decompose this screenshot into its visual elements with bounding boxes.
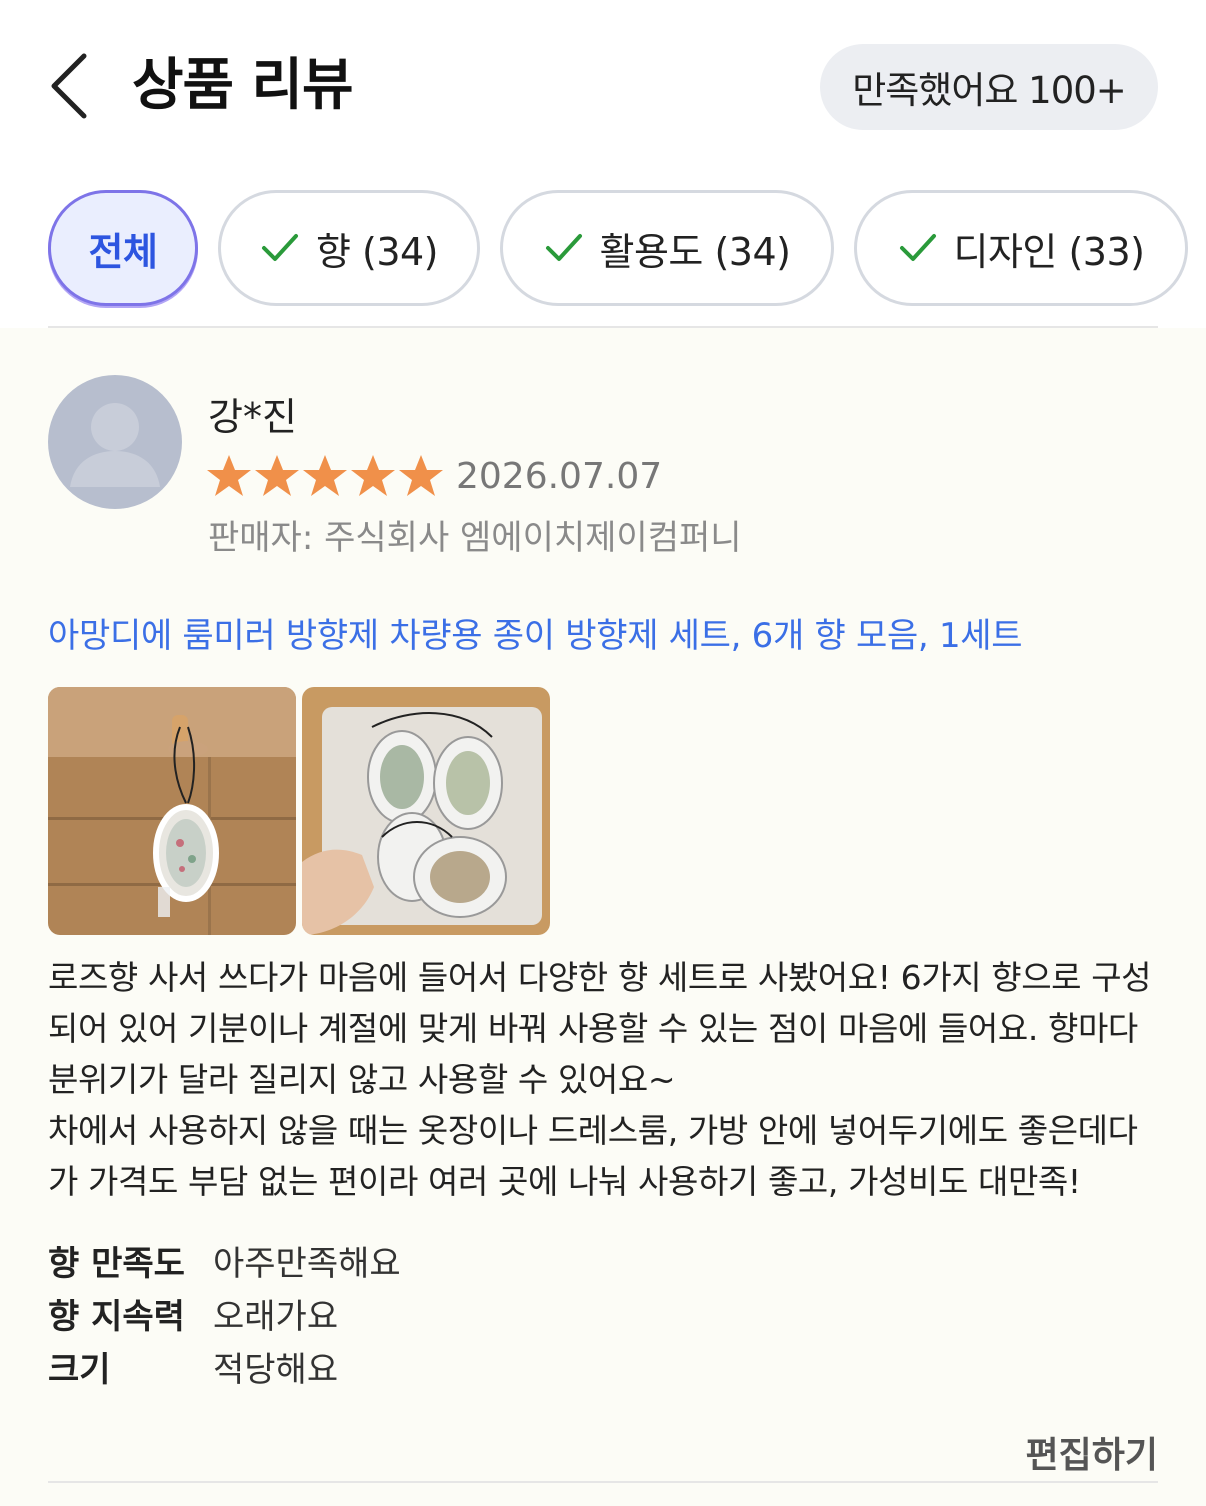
user-silhouette-icon xyxy=(70,403,160,487)
review-photo[interactable] xyxy=(302,687,550,935)
star-icon xyxy=(303,455,347,496)
review-photo[interactable] xyxy=(48,687,296,935)
reviewer-name: 강*진 xyxy=(208,395,297,439)
attribute-row: 크기 적당해요 xyxy=(48,1340,748,1393)
attribute-row: 향 지속력 오래가요 xyxy=(48,1287,748,1340)
review-filter-chips: 전체 향 (34) 활용도 (34) 디자인 (33) xyxy=(0,188,1206,312)
seller-name: 판매자: 주식회사 엠에이치제이컴퍼니 xyxy=(208,518,742,558)
page-title: 상품 리뷰 xyxy=(132,53,354,118)
product-link[interactable]: 아망디에 룸미러 방향제 차량용 종이 방향제 세트, 6개 향 모음, 1세트 xyxy=(48,608,1023,657)
review-body: 로즈향 사서 쓰다가 마음에 들어서 다양한 향 세트로 사봤어요! 6가지 향… xyxy=(48,952,1158,1207)
divider xyxy=(48,1481,1158,1483)
star-rating xyxy=(206,454,444,498)
review-attributes: 향 만족도 아주만족해요 향 지속력 오래가요 크기 적당해요 xyxy=(48,1234,748,1393)
filter-chip-scent[interactable]: 향 (34) xyxy=(218,190,480,306)
review-paragraph: 로즈향 사서 쓰다가 마음에 들어서 다양한 향 세트로 사봤어요! 6가지 향… xyxy=(48,958,1152,1099)
star-icon xyxy=(351,455,395,496)
attribute-value: 아주만족해요 xyxy=(213,1244,401,1284)
check-icon xyxy=(545,234,582,261)
filter-chip-all[interactable]: 전체 xyxy=(48,190,198,306)
back-arrow-icon[interactable] xyxy=(44,50,104,122)
header: 상품 리뷰 만족했어요 100+ xyxy=(0,0,1206,170)
review-date: 2026.07.07 xyxy=(456,456,663,497)
review-paragraph: 차에서 사용하지 않을 때는 옷장이나 드레스룸, 가방 안에 넣어두기에도 좋… xyxy=(48,1111,1138,1201)
attribute-label: 향 만족도 xyxy=(48,1244,185,1284)
attribute-value: 적당해요 xyxy=(213,1350,339,1390)
avatar xyxy=(48,375,182,509)
attribute-label: 크기 xyxy=(48,1350,111,1390)
check-icon xyxy=(261,234,298,261)
filter-chip-label: 전체 xyxy=(88,229,158,274)
filter-chip-label: 디자인 (33) xyxy=(953,229,1145,274)
filter-chip-usability[interactable]: 활용도 (34) xyxy=(500,190,834,306)
air-freshener-set-image xyxy=(302,687,550,935)
filter-chip-label: 활용도 (34) xyxy=(599,229,791,274)
filter-chip-label: 향 (34) xyxy=(315,229,439,274)
star-icon xyxy=(255,455,299,496)
edit-button[interactable]: 편집하기 xyxy=(1026,1426,1158,1478)
satisfied-count-badge[interactable]: 만족했어요 100+ xyxy=(820,44,1158,130)
check-icon xyxy=(899,234,936,261)
star-icon xyxy=(399,455,443,496)
attribute-row: 향 만족도 아주만족해요 xyxy=(48,1234,748,1287)
filter-chip-design[interactable]: 디자인 (33) xyxy=(854,190,1188,306)
star-icon xyxy=(207,455,251,496)
attribute-value: 오래가요 xyxy=(213,1297,339,1337)
hanging-air-freshener-image xyxy=(48,687,296,935)
review-card: 강*진 2026.07.07 판매자: 주식회사 엠에이치제이컴퍼니 아망디에 … xyxy=(0,328,1206,1506)
attribute-label: 향 지속력 xyxy=(48,1297,185,1337)
